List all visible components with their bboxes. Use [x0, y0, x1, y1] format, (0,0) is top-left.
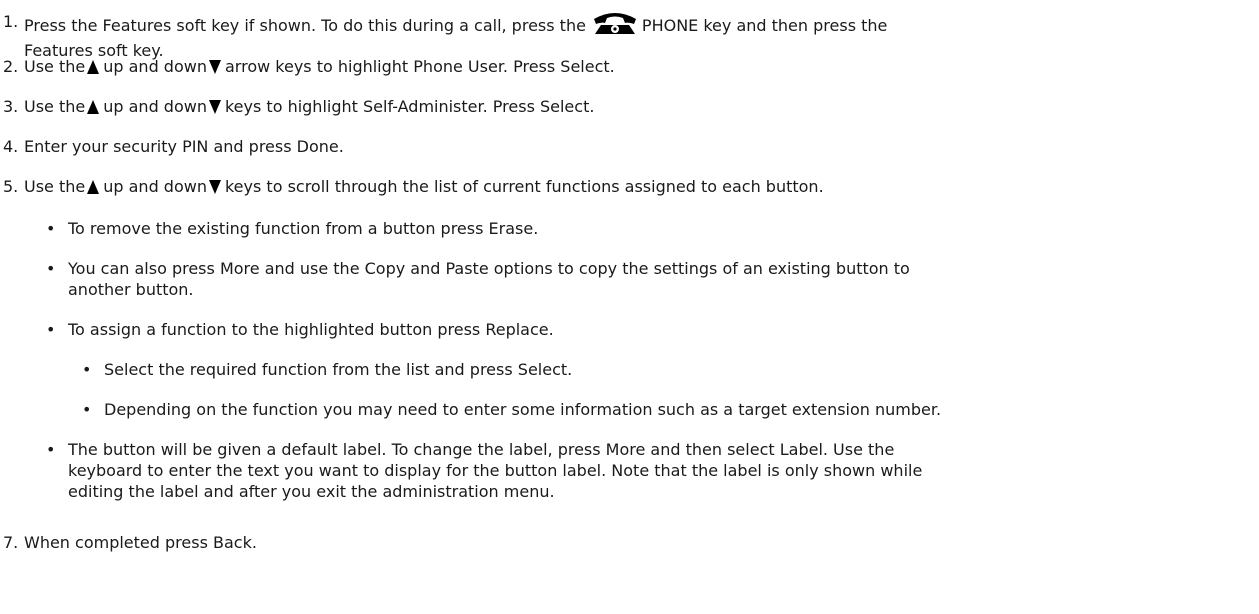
step-text: Use the up and down arrow keys to highligh… [24, 56, 1253, 79]
step-text-part: keys to scroll through the list of curre… [224, 177, 824, 196]
step-text-part: Use the [24, 177, 86, 196]
step-text-part: Use the [24, 97, 86, 116]
step-text-part: Use the [24, 57, 86, 76]
bullet-dot: • [82, 400, 92, 419]
down-arrow-icon [208, 178, 221, 199]
bullet-line: You can also press More and use the Copy… [68, 259, 910, 278]
bullet-line: editing the label and after you exit the… [68, 482, 555, 501]
step-text: Enter your security PIN and press Done. [24, 137, 344, 156]
bullet-text: Depending on the function you may need t… [104, 400, 942, 419]
bullet-dot: • [82, 360, 92, 379]
step-number: 3. [3, 97, 19, 116]
step-text-part: arrow keys to highlight Phone User. Pres… [224, 57, 615, 76]
bullet-text: To remove the existing function from a b… [68, 219, 539, 238]
step-text-part: up and down [103, 97, 207, 116]
step-text: Press the Features soft key if shown. To… [24, 11, 1253, 61]
up-arrow-icon [87, 58, 100, 79]
step-text: Use the up and down keys to scroll through… [24, 176, 1253, 199]
step-text-part: Press the Features soft key if shown. To… [24, 16, 586, 35]
bullet-dot: • [46, 320, 56, 339]
bullet-dot: • [46, 259, 56, 278]
bullet-dot: • [46, 440, 56, 459]
bullet-text: Select the required function from the li… [104, 360, 573, 379]
step-text-part: up and down [103, 57, 207, 76]
step-text-part: PHONE key and then press the [641, 16, 888, 35]
up-arrow-icon [87, 98, 100, 119]
down-arrow-icon [208, 58, 221, 79]
bullet-text: To assign a function to the highlighted … [68, 320, 554, 339]
bullet-line: The button will be given a default label… [68, 440, 895, 459]
step-text: When completed press Back. [24, 533, 257, 552]
step-text-part: up and down [103, 177, 207, 196]
bullet-text: The button will be given a default label… [68, 439, 1216, 502]
step-number: 5. [3, 177, 19, 196]
bullet-line: keyboard to enter the text you want to d… [68, 461, 923, 480]
up-arrow-icon [87, 178, 100, 199]
step-number: 4. [3, 137, 19, 156]
step-number: 7. [3, 533, 19, 552]
down-arrow-icon [208, 98, 221, 119]
phone-icon [592, 11, 638, 40]
step-number: 2. [3, 57, 19, 76]
step-text: Use the up and down keys to highlight Self… [24, 96, 1253, 119]
bullet-text: You can also press More and use the Copy… [68, 258, 1216, 300]
bullet-dot: • [46, 219, 56, 238]
bullet-line: another button. [68, 280, 194, 299]
step-text-part: keys to highlight Self-Administer. Press… [224, 97, 595, 116]
step-number: 1. [3, 12, 19, 31]
